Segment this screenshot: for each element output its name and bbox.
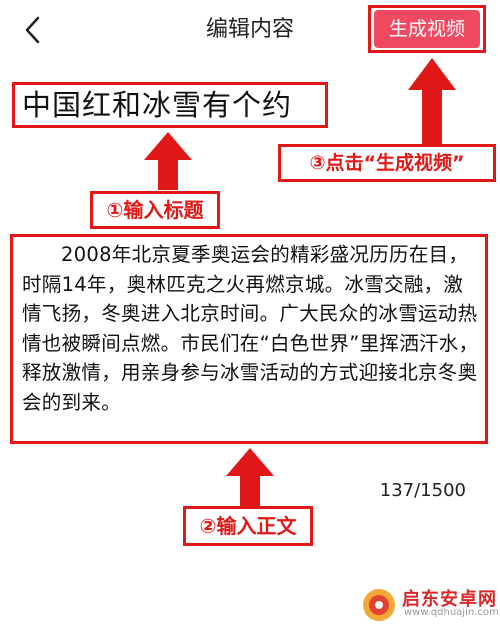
watermark: 启东安卓网 www.qdhuajin.com <box>356 585 500 625</box>
arrow-up-icon <box>408 58 456 144</box>
body-textarea[interactable]: 2008年北京夏季奥运会的精彩盛况历历在目，时隔14年，奥林匹克之火再燃京城。冰… <box>22 240 480 417</box>
title-input[interactable]: 中国红和冰雪有个约 <box>22 85 292 125</box>
step1-label: ①输入标题 <box>90 191 220 229</box>
step3-label: ③点击“生成视频” <box>278 144 496 182</box>
watermark-logo-icon <box>363 589 395 621</box>
character-counter: 137/1500 <box>379 480 466 501</box>
arrow-up-icon <box>144 132 192 190</box>
watermark-url: www.qdhuajin.com <box>404 607 499 618</box>
generate-video-button[interactable]: 生成视频 <box>374 10 480 48</box>
arrow-up-icon <box>226 448 274 506</box>
step2-label: ②输入正文 <box>183 506 313 546</box>
